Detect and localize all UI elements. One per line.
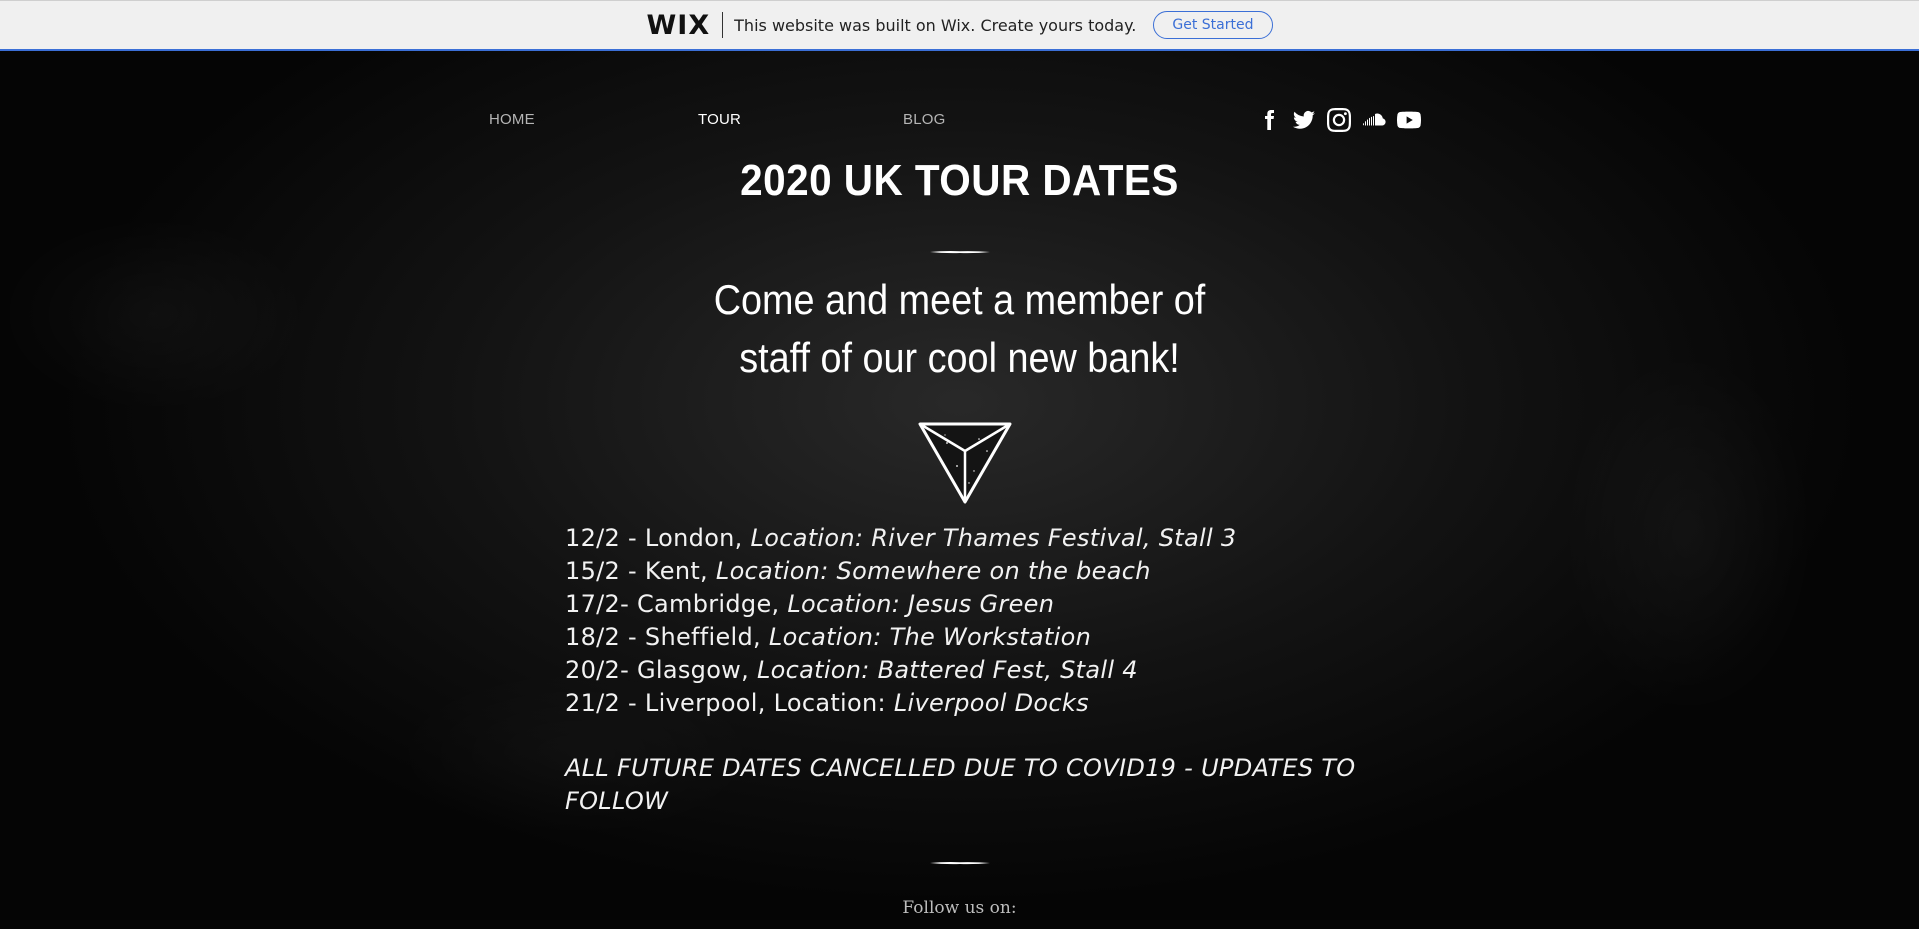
banner-message: This website was built on Wix. Create yo…: [734, 15, 1137, 35]
list-item: 20/2- Glasgow, Location: Battered Fest, …: [565, 656, 1138, 684]
nav-item-home[interactable]: HOME: [489, 111, 535, 128]
get-started-button[interactable]: Get Started: [1153, 11, 1273, 39]
instagram-icon[interactable]: [1327, 108, 1351, 132]
subtitle-line-2: staff of our cool new bank!: [739, 334, 1180, 381]
facebook-icon[interactable]: [1257, 108, 1281, 132]
brush-divider-bottom: [930, 862, 990, 865]
list-item: 18/2 - Sheffield, Location: The Workstat…: [565, 623, 1092, 651]
subtitle: Come and meet a member of staff of our c…: [96, 271, 1823, 387]
tour-dates-list: 12/2 - London, Location: River Thames Fe…: [565, 522, 1385, 720]
nav-item-tour[interactable]: TOUR: [698, 111, 741, 128]
list-item: 21/2 - Liverpool, Location: Liverpool Do…: [565, 689, 1089, 717]
soundcloud-icon[interactable]: [1362, 108, 1386, 132]
follow-us-label: Follow us on:: [902, 898, 1017, 918]
social-bar: [1257, 108, 1421, 132]
banner-divider: [722, 12, 724, 38]
nav-item-blog[interactable]: BLOG: [903, 111, 945, 128]
youtube-icon[interactable]: [1397, 108, 1421, 132]
twitter-icon[interactable]: [1292, 108, 1316, 132]
list-item: 12/2 - London, Location: River Thames Fe…: [565, 524, 1237, 552]
wix-logo[interactable]: WIX: [647, 10, 711, 41]
page-title: 2020 UK TOUR DATES: [740, 156, 1179, 205]
cancellation-notice: ALL FUTURE DATES CANCELLED DUE TO COVID1…: [565, 754, 1356, 815]
list-item: 17/2- Cambridge, Location: Jesus Green: [565, 590, 1055, 618]
subtitle-line-1: Come and meet a member of: [713, 276, 1206, 323]
brush-divider-top: [930, 251, 990, 254]
wix-banner: WIX This website was built on Wix. Creat…: [0, 0, 1919, 51]
list-item: 15/2 - Kent, Location: Somewhere on the …: [565, 557, 1151, 585]
triangle-logo-icon: [918, 422, 1012, 504]
